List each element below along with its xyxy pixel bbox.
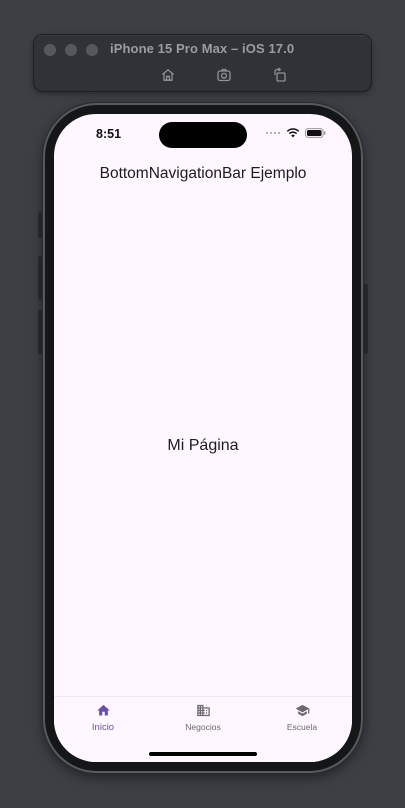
- zoom-window-button[interactable]: [86, 44, 98, 56]
- nav-item-label: Escuela: [286, 722, 318, 732]
- action-button: [38, 212, 42, 238]
- simulator-title: iPhone 15 Pro Max – iOS 17.0: [110, 41, 295, 56]
- page-content-text: Mi Página: [167, 437, 239, 454]
- volume-down-button: [38, 310, 42, 354]
- phone-screen: 8:51 BottomNavigationBar Ejemplo Mi Pági…: [54, 114, 352, 762]
- home-icon: [162, 68, 174, 81]
- nav-item-label: Inicio: [91, 722, 115, 733]
- status-time: 8:51: [96, 127, 122, 141]
- battery-icon: [305, 128, 326, 138]
- nav-item-inicio[interactable]: Inicio: [68, 703, 138, 733]
- nav-item-escuela[interactable]: Escuela: [267, 703, 337, 732]
- screenshot-button[interactable]: [215, 66, 233, 84]
- volume-up-button: [38, 256, 42, 300]
- simulator-toolbar: iPhone 15 Pro Max – iOS 17.0: [33, 34, 372, 92]
- status-icons: [265, 128, 326, 138]
- minimize-window-button[interactable]: [65, 44, 77, 56]
- business-icon: [196, 704, 210, 717]
- window-controls: [44, 44, 98, 56]
- home-icon: [96, 704, 110, 716]
- nav-item-negocios[interactable]: Negocios: [168, 703, 238, 732]
- screenshot-icon: [217, 68, 231, 82]
- power-button: [364, 284, 368, 354]
- home-indicator[interactable]: [149, 752, 257, 756]
- wifi-icon: [286, 128, 300, 138]
- rotate-button[interactable]: [271, 66, 289, 84]
- rotate-icon: [274, 67, 286, 82]
- close-window-button[interactable]: [44, 44, 56, 56]
- bottom-navigation-bar: Inicio Negocios Escuela: [54, 696, 352, 762]
- signal-icon: [265, 131, 281, 135]
- home-button[interactable]: [159, 66, 177, 84]
- app-bar-title: BottomNavigationBar Ejemplo: [99, 165, 307, 182]
- school-icon: [295, 704, 309, 717]
- dynamic-island: [159, 122, 247, 148]
- nav-item-label: Negocios: [185, 722, 221, 732]
